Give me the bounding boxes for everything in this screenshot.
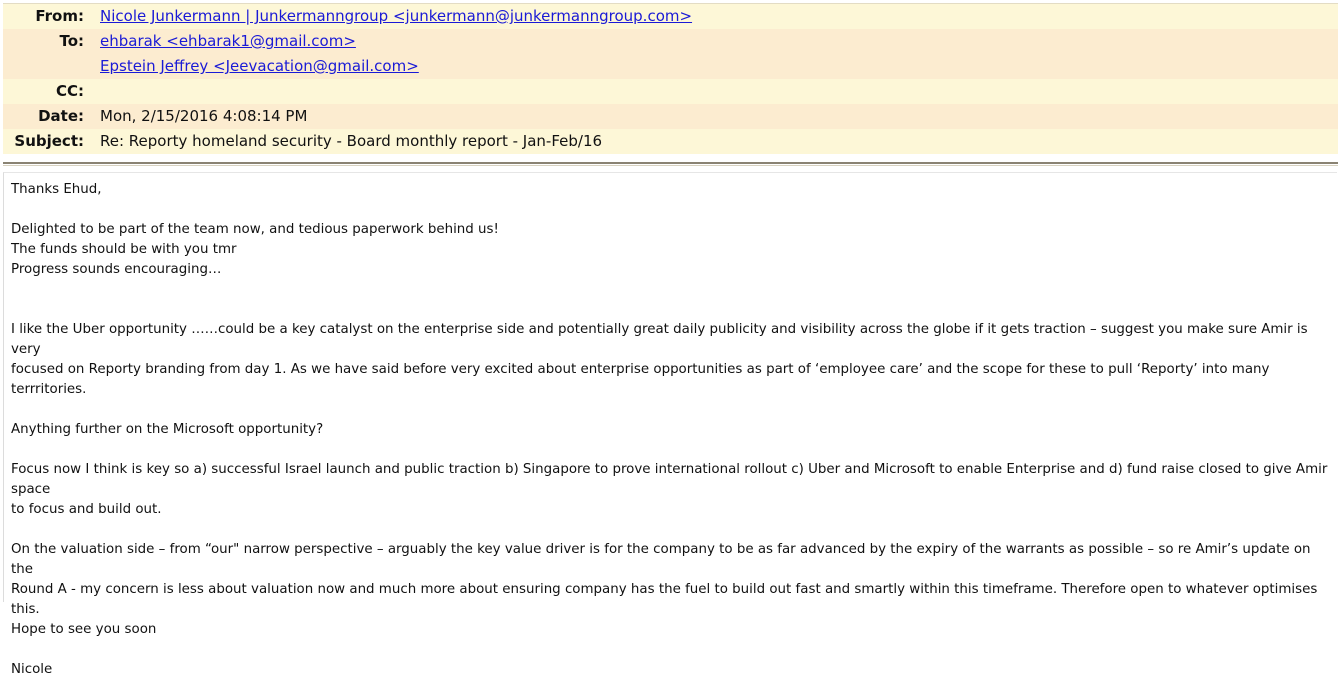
body-line: focused on Reporty branding from day 1. … — [11, 362, 1270, 397]
body-line: I like the Uber opportunity ……could be a… — [11, 322, 1308, 357]
body-line: Progress sounds encouraging… — [11, 262, 222, 277]
body-line: Hope to see you soon — [11, 622, 157, 637]
date-label: Date: — [38, 107, 84, 125]
to-address-link-1[interactable]: ehbarak <ehbarak1@gmail.com> — [100, 32, 356, 50]
body-line: Focus now I think is key so a) successfu… — [11, 462, 1328, 497]
subject-value: Re: Reporty homeland security - Board mo… — [100, 132, 603, 150]
body-line: to focus and build out. — [11, 502, 162, 517]
cc-label: CC: — [55, 82, 84, 100]
subject-row: Subject: Re: Reporty homeland security -… — [3, 129, 1338, 154]
subject-label: Subject: — [14, 132, 84, 150]
body-line: Round A - my concern is less about valua… — [11, 582, 1318, 617]
greeting: Thanks Ehud, — [11, 182, 102, 197]
from-row: From: Nicole Junkermann | Junkermanngrou… — [3, 4, 1338, 29]
header-divider — [3, 162, 1338, 164]
date-value: Mon, 2/15/2016 4:08:14 PM — [100, 107, 308, 125]
email-header: From: Nicole Junkermann | Junkermanngrou… — [3, 3, 1338, 154]
from-address-link[interactable]: Nicole Junkermann | Junkermanngroup <jun… — [100, 7, 692, 25]
from-label: From: — [35, 7, 84, 25]
body-line: On the valuation side – from “our" narro… — [11, 542, 1311, 577]
to-address-link-2[interactable]: Epstein Jeffrey <Jeevacation@gmail.com> — [100, 57, 419, 75]
signature: Nicole — [11, 662, 53, 677]
to-row: To: ehbarak <ehbarak1@gmail.com> — [3, 29, 1338, 54]
cc-row: CC: — [3, 79, 1338, 104]
body-line: Delighted to be part of the team now, an… — [11, 222, 499, 237]
date-row: Date: Mon, 2/15/2016 4:08:14 PM — [3, 104, 1338, 129]
to-label: To: — [59, 32, 84, 50]
header-divider-shadow — [3, 165, 1338, 166]
message-body: Thanks Ehud, Delighted to be part of the… — [11, 180, 1336, 680]
to-row-continued: Epstein Jeffrey <Jeevacation@gmail.com> — [3, 54, 1338, 79]
body-line: Anything further on the Microsoft opport… — [11, 422, 324, 437]
body-line: The funds should be with you tmr — [11, 242, 237, 257]
